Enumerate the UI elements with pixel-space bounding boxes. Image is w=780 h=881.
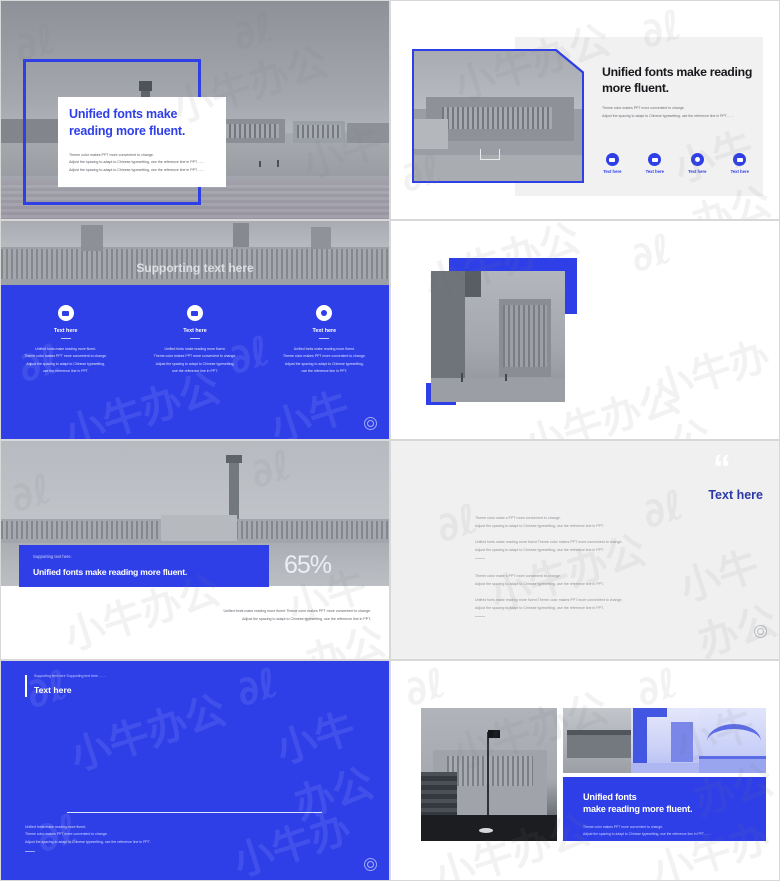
slide-2-icon-label: Text here [645,169,664,174]
slide-8-title: Unified fonts make reading more fluent. [583,792,693,815]
slide-3-column-title: Text here [183,328,207,334]
slide-7-baseline [67,812,322,813]
slide-2-title: Unified fonts make reading more fluent. [602,65,753,95]
slide-deck: Unified fonts make reading more fluent. … [0,0,780,881]
slide-2-icon-item[interactable]: Text here [639,153,672,174]
slide-3-column[interactable]: Text here Unified fonts make reading mor… [130,305,259,375]
slide-3-columns: Text here Unified fonts make reading mor… [1,305,389,375]
slide-3-column-body: Unified fonts make reading more fluent. … [24,347,107,374]
slide-6-paragraph: Unified fonts make reading more fluent.T… [475,597,765,618]
divider [189,338,200,339]
slide-2-body: Theme color makes PPT more convenient to… [602,106,734,118]
slide-3-photo [1,221,389,285]
slide-3-column-title: Text here [312,328,337,334]
slide-2-icon-item[interactable]: Text here [596,153,629,174]
slide-7-accent-bar [25,675,27,697]
slide-3[interactable]: Supporting text here Text here Unified f… [0,220,390,440]
slide-3-column[interactable]: Text here Unified fonts make reading mor… [260,305,389,375]
slide-8-thumb-3 [699,708,766,773]
slide-6-title: Text here [708,488,763,502]
slide-6-text-block: Theme color make s PPT more convenient t… [475,515,765,626]
slide-1-title: Unified fonts make reading more fluent. [69,107,186,138]
slide-2-icon-label: Text here [603,169,622,174]
diamond-icon [690,153,704,166]
slide-1-text-card: Unified fonts make reading more fluent. … [58,97,226,187]
slide-2-icon-row: Text here Text here Text here Text here [596,153,756,174]
logo-badge [754,625,767,638]
slide-2-icon-label: Text here [688,169,707,174]
slide-5-banner: Supporting text here. Unified fonts make… [19,545,269,587]
slide-2-photo-frame [412,49,584,183]
slide-3-column-title: Text here [53,328,78,334]
slide-3-column-body: Unified fonts make reading more fluent. … [283,347,366,374]
diamond-icon [316,305,333,321]
monitor-icon [648,153,662,166]
divider [25,851,35,852]
slide-8-thumb-2 [631,708,703,773]
slide-3-column[interactable]: Text here Unified fonts make reading mor… [1,305,130,375]
monitor-icon [57,305,74,321]
slide-3-column-body: Unified fonts make reading more fluent. … [153,347,237,374]
slide-1[interactable]: Unified fonts make reading more fluent. … [0,0,390,220]
slide-7-supporting: Supporting text here Supporting text her… [34,674,106,678]
slide-8-main-photo [421,708,557,841]
divider [60,338,71,339]
slide-3-overlay-text: Supporting text here [136,261,254,275]
slide-2-photo [414,51,582,181]
slide-7-body: Unified fonts make reading more fluent. … [25,825,151,844]
slide-4[interactable]: Supporting text here. Unified fonts make… [390,220,780,440]
slide-1-body: Theme color makes PPT more convenient to… [69,153,205,172]
slide-6-paragraph: Unified fonts make reading more fluent.T… [475,539,765,560]
slide-5-body: Unified fonts make reading more fluent.T… [223,609,371,621]
slide-8[interactable]: Unified fonts make reading more fluent. … [390,660,780,881]
monitor-icon [605,153,619,166]
slide-5[interactable]: Supporting text here. Unified fonts make… [0,440,390,660]
quote-icon: “ [713,447,733,488]
slide-5-supporting: Supporting text here. [33,554,72,559]
divider [319,338,330,339]
slide-7[interactable]: Supporting text here Supporting text her… [0,660,390,881]
slide-8-blue-panel: Unified fonts make reading more fluent. … [563,777,766,841]
slide-8-body: Theme color makes PPT more convenient to… [583,824,711,837]
slide-4-photo [431,271,565,402]
slide-2-icon-item[interactable]: Text here [681,153,714,174]
monitor-icon [733,153,747,166]
slide-5-percent: 65% [284,551,332,579]
monitor-icon [186,305,203,321]
slide-2-icon-item[interactable]: Text here [724,153,757,174]
logo-badge [364,858,377,871]
slide-8-thumb-1 [563,708,635,773]
slide-6[interactable]: “ Text here Theme color make s PPT more … [390,440,780,660]
slide-2[interactable]: Unified fonts make reading more fluent. … [390,0,780,220]
slide-7-title: Text here [34,685,72,695]
slide-6-paragraph: Theme color make s PPT more convenient t… [475,516,604,528]
logo-badge [364,417,377,430]
slide-5-title: Unified fonts make reading more fluent. [33,567,188,577]
slide-2-icon-label: Text here [730,169,749,174]
slide-6-paragraph: Theme color make s PPT more convenient t… [475,574,604,586]
